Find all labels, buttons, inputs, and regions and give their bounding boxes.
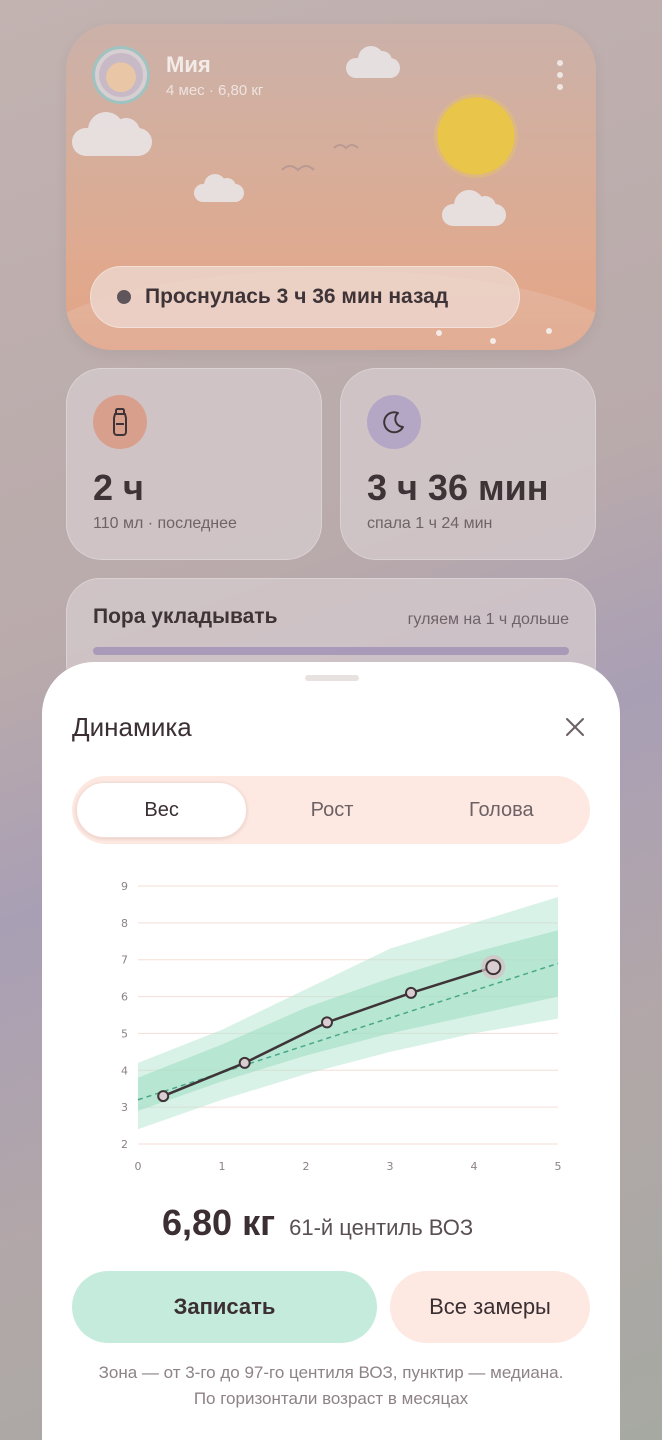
bedtime-note: гуляем на 1 ч дольше (407, 611, 569, 628)
metric-segmented-control: Вес Рост Голова (72, 776, 590, 844)
data-point (485, 959, 502, 976)
y-tick-label: 8 (121, 917, 128, 930)
moon-icon (367, 395, 421, 449)
birds-icon (281, 144, 359, 172)
data-point (321, 1016, 333, 1029)
sleep-detail: спала 1 ч 24 мин (367, 515, 493, 532)
sun-icon (434, 94, 518, 178)
tab-height[interactable]: Рост (247, 782, 416, 838)
x-tick-label: 1 (219, 1160, 226, 1173)
x-tick-label: 2 (303, 1160, 310, 1173)
baby-meta: 4 мес · 6,80 кг (166, 82, 264, 99)
y-tick-label: 9 (121, 880, 128, 893)
bedtime-progress-bar (93, 647, 569, 655)
sleep-card[interactable]: 3 ч 36 мин спала 1 ч 24 мин (340, 368, 596, 560)
wake-status-pill[interactable]: Проснулась 3 ч 36 мин назад (90, 266, 520, 328)
close-icon (566, 718, 584, 736)
record-button[interactable]: Записать (72, 1271, 377, 1343)
data-point (405, 986, 417, 999)
page-dot (490, 338, 496, 344)
feeding-card[interactable]: 2 ч 110 мл · последнее (66, 368, 322, 560)
tab-head[interactable]: Голова (417, 782, 586, 838)
y-tick-label: 3 (121, 1101, 128, 1114)
data-point (238, 1056, 251, 1069)
tab-weight[interactable]: Вес (76, 782, 248, 838)
reading-value: 6,80 кг (162, 1202, 276, 1243)
current-reading: 6,80 кг 61-й центиль ВОЗ (162, 1202, 473, 1244)
cloud-icon (346, 46, 400, 78)
growth-chart: 2 3 4 5 6 7 8 9 0 1 2 3 4 5 (42, 868, 620, 1188)
bedtime-title: Пора укладывать (93, 605, 278, 628)
y-tick-label: 7 (121, 954, 128, 967)
sleep-value: 3 ч 36 мин (367, 467, 549, 508)
cloud-icon (194, 174, 244, 202)
x-tick-label: 5 (555, 1160, 562, 1173)
data-point (157, 1090, 170, 1103)
sheet-grabber[interactable] (305, 675, 359, 681)
x-tick-label: 4 (471, 1160, 478, 1173)
y-tick-label: 5 (121, 1027, 128, 1040)
feeding-detail: 110 мл · последнее (93, 515, 237, 532)
baby-name: Мия (166, 52, 211, 77)
bottle-icon (93, 395, 147, 449)
wake-status-text: Проснулась 3 ч 36 мин назад (145, 285, 449, 308)
avatar[interactable] (92, 46, 150, 104)
y-tick-label: 6 (121, 991, 128, 1004)
page-dot (546, 328, 552, 334)
growth-bottom-sheet: Динамика Вес Рост Голова 23456789012345 … (42, 662, 620, 1440)
y-tick-label: 2 (121, 1138, 128, 1151)
x-tick-label: 0 (135, 1160, 142, 1173)
page-dot (436, 330, 442, 336)
feeding-value: 2 ч (93, 467, 144, 508)
status-dot-icon (117, 290, 131, 304)
sheet-title: Динамика (72, 712, 192, 742)
more-menu-icon[interactable] (556, 60, 564, 90)
x-tick-label: 3 (387, 1160, 394, 1173)
y-tick-label: 4 (121, 1064, 128, 1077)
avatar-image (99, 53, 143, 97)
cloud-icon (442, 190, 506, 226)
all-measurements-button[interactable]: Все замеры (390, 1271, 590, 1343)
chart-footnote: Зона — от 3-го до 97-го центиля ВОЗ, пун… (98, 1363, 564, 1408)
baby-hero-card[interactable]: Мия 4 мес · 6,80 кг Проснулась 3 ч 36 ми… (66, 24, 596, 350)
reading-centile: 61-й центиль ВОЗ (289, 1215, 474, 1240)
close-button[interactable] (560, 712, 590, 742)
growth-chart-svg: 2 3 4 5 6 7 8 9 0 1 2 3 4 5 (121, 880, 562, 1173)
cloud-icon (72, 112, 152, 156)
